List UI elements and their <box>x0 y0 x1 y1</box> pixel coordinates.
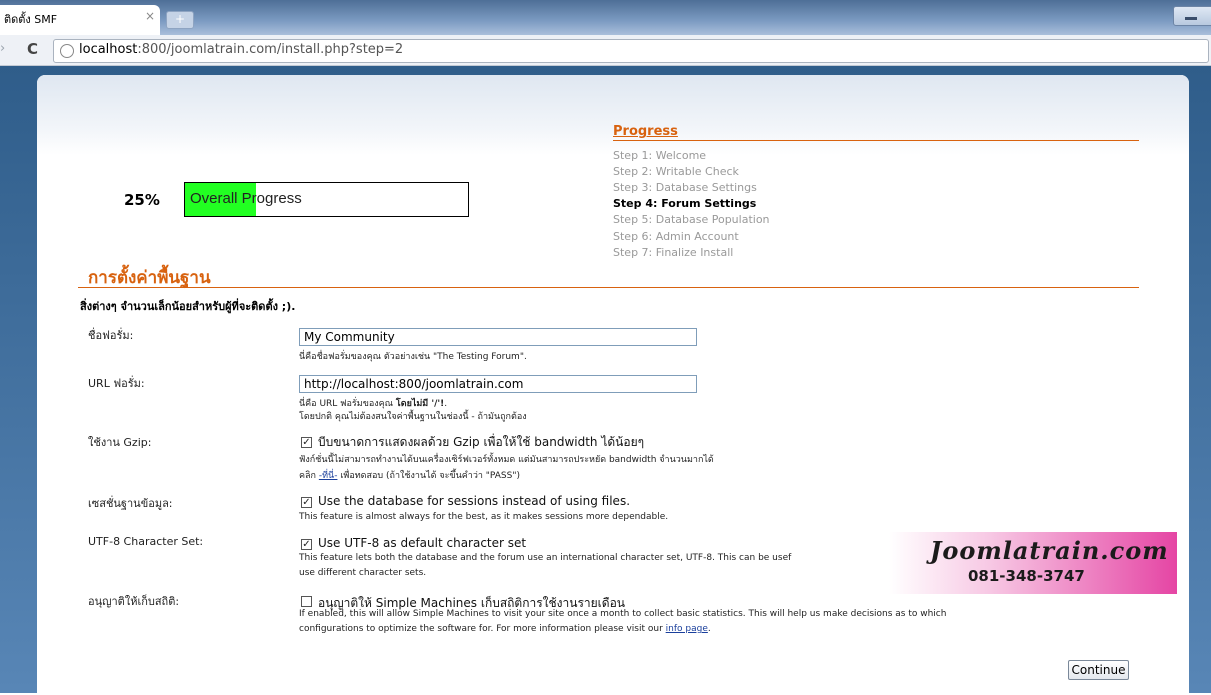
db-sessions-label: เซสชั่นฐานข้อมูล: <box>88 497 173 510</box>
back-icon[interactable]: › <box>0 41 14 56</box>
section-divider <box>78 287 1139 288</box>
url-host: localhost <box>79 42 138 57</box>
progress-percent: 25% <box>124 191 160 209</box>
progress-step: Step 1: Welcome <box>613 149 707 162</box>
stats-label: อนุญาติให้เก็บสถิติ: <box>88 595 180 608</box>
progress-title: Progress <box>613 124 678 139</box>
progress-step: Step 5: Database Population <box>613 213 770 226</box>
stats-checkbox[interactable] <box>301 596 312 607</box>
db-sessions-help: This feature is almost always for the be… <box>299 512 669 522</box>
gzip-help: ฟังก์ชั่นนี้ไม่สามารถทำงานได้บนเครื่องเซ… <box>299 455 714 465</box>
progress-step: Step 3: Database Settings <box>613 181 757 194</box>
stats-help-prefix: configurations to optimize the software … <box>299 624 666 634</box>
continue-button[interactable]: Continue <box>1068 660 1129 680</box>
forum-name-help: นี่คือชื่อฟอรั่มของคุณ ตัวอย่างเช่น "The… <box>299 352 527 362</box>
reload-icon[interactable]: C <box>27 40 38 58</box>
forum-name-input[interactable] <box>299 328 697 346</box>
gzip-label: ใช้งาน Gzip: <box>88 436 152 449</box>
gzip-checkbox[interactable]: ✓ <box>301 437 312 448</box>
gzip-help-line2: คลิก -ที่นี่- เพื่อทดสอบ (ถ้าใช้งานได้ จ… <box>299 468 520 482</box>
forum-url-help-end: . <box>444 399 448 409</box>
db-sessions-checkbox[interactable]: ✓ <box>301 497 312 508</box>
gzip-help-suffix: เพื่อทดสอบ (ถ้าใช้งานได้ จะขึ้นคำว่า "PA… <box>337 471 521 481</box>
forum-url-help: นี่คือ URL ฟอรั่มของคุณ โดยไม่มี '/'!. <box>299 396 447 410</box>
stats-help: If enabled, this will allow Simple Machi… <box>299 609 947 619</box>
new-tab-button[interactable]: + <box>166 11 194 29</box>
stats-help-line2: configurations to optimize the software … <box>299 624 711 634</box>
gzip-help-prefix: คลิก <box>299 471 319 481</box>
utf8-help: This feature lets both the database and … <box>299 553 792 563</box>
url-path: :800/joomlatrain.com/install.php?step=2 <box>137 42 404 57</box>
gzip-option-text: บีบขนาดการแสดงผลด้วย Gzip เพื่อให้ใช้ ba… <box>318 435 645 449</box>
ad-brand-name: Joomlatrain.com <box>930 536 1169 565</box>
utf8-option-text: Use UTF-8 as default character set <box>318 536 527 550</box>
stats-help-suffix: . <box>707 624 711 634</box>
forum-url-help-text: นี่คือ URL ฟอรั่มของคุณ <box>299 399 396 409</box>
progress-step: Step 2: Writable Check <box>613 165 739 178</box>
page-icon <box>60 44 74 58</box>
forum-url-help-line2: โดยปกติ คุณไม่ต้องสนใจค่าพื้นฐานในช่องนี… <box>299 412 527 422</box>
section-intro: สิ่งต่างๆ จำนวนเล็กน้อยสำหรับผู้ที่จะติด… <box>80 300 296 313</box>
utf8-label: UTF-8 Character Set: <box>88 535 204 548</box>
installer-header <box>37 75 1189 155</box>
forum-url-label: URL ฟอรั่ม: <box>88 377 145 390</box>
forum-url-input[interactable] <box>299 375 697 393</box>
progress-step: Step 6: Admin Account <box>613 230 739 243</box>
tab-title: ติดตั้ง SMF <box>4 13 58 26</box>
minimize-window-button[interactable] <box>1173 6 1211 26</box>
url-text[interactable]: localhost:800/joomlatrain.com/install.ph… <box>79 42 403 57</box>
forum-url-help-bold: โดยไม่มี '/'! <box>395 399 445 409</box>
progress-divider <box>613 140 1139 141</box>
utf8-help-line2: use different character sets. <box>299 568 427 578</box>
progress-step: Step 7: Finalize Install <box>613 246 734 259</box>
progress-bar-label: Overall Progress <box>190 190 302 207</box>
utf8-checkbox[interactable]: ✓ <box>301 539 312 550</box>
ad-phone: 081-348-3747 <box>968 567 1085 585</box>
info-page-link[interactable]: info page <box>666 624 708 634</box>
close-tab-icon[interactable]: × <box>144 9 156 23</box>
forum-name-label: ชื่อฟอรั่ม: <box>88 329 134 342</box>
db-sessions-option-text: Use the database for sessions instead of… <box>318 494 631 508</box>
progress-step-current: Step 4: Forum Settings <box>613 197 757 210</box>
gzip-test-link[interactable]: -ที่นี่- <box>319 471 338 481</box>
